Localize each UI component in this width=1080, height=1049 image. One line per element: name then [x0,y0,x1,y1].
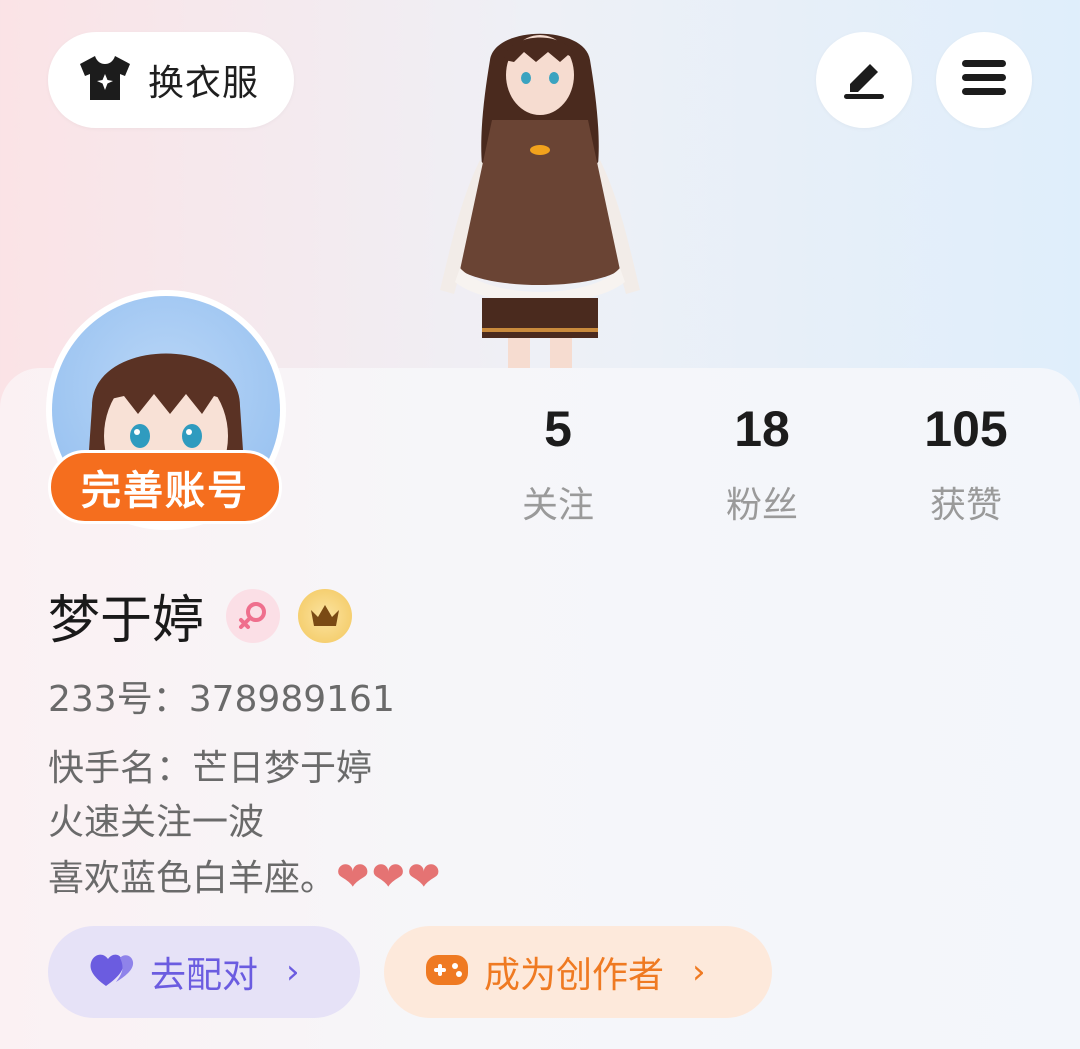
stat-following[interactable]: 5 关注 [478,400,638,528]
profile-name: 梦于婷 [48,591,205,651]
bio-line: 火速关注一波 [48,802,265,843]
stat-label: 获赞 [929,485,1002,526]
female-icon [226,588,281,643]
hamburger-menu-icon [960,56,1008,104]
stat-likes[interactable]: 105 获赞 [886,400,1046,528]
bio-line: 喜欢蓝色白羊座。 [48,858,337,899]
menu-button[interactable] [936,32,1032,128]
dress-up-label: 换衣服 [148,63,260,104]
stat-value: 105 [924,401,1008,457]
stat-value: 5 [544,401,572,457]
name-row: 梦于婷 [48,578,353,653]
stat-label: 关注 [521,485,594,526]
bio: 快手名：芒日梦于婷 火速关注一波 喜欢蓝色白羊座。❤❤❤ [48,742,443,906]
match-button[interactable]: 去配对 › [48,926,360,1018]
dress-up-button[interactable]: 换衣服 [48,32,294,128]
avatar-character-3d[interactable] [420,10,660,370]
chevron-right-icon: › [286,952,300,992]
complete-account-button[interactable]: 完善账号 [48,450,282,524]
become-creator-button[interactable]: 成为创作者 › [384,926,772,1018]
stat-value: 18 [734,401,790,457]
tshirt-star-icon [78,54,132,106]
edit-button[interactable] [816,32,912,128]
heart-icon [88,950,136,994]
gamepad-icon [424,951,470,993]
hearts-icon: ❤❤❤ [336,854,443,900]
user-id: 233号：378989161 [48,679,395,720]
bio-line: 快手名：芒日梦于婷 [48,748,373,789]
chevron-right-icon: › [692,952,706,992]
stat-label: 粉丝 [725,485,798,526]
creator-label: 成为创作者 [484,955,665,996]
stat-followers[interactable]: 18 粉丝 [682,400,842,528]
crown-icon[interactable] [298,588,353,643]
match-label: 去配对 [150,955,259,996]
pen-icon [840,54,888,106]
